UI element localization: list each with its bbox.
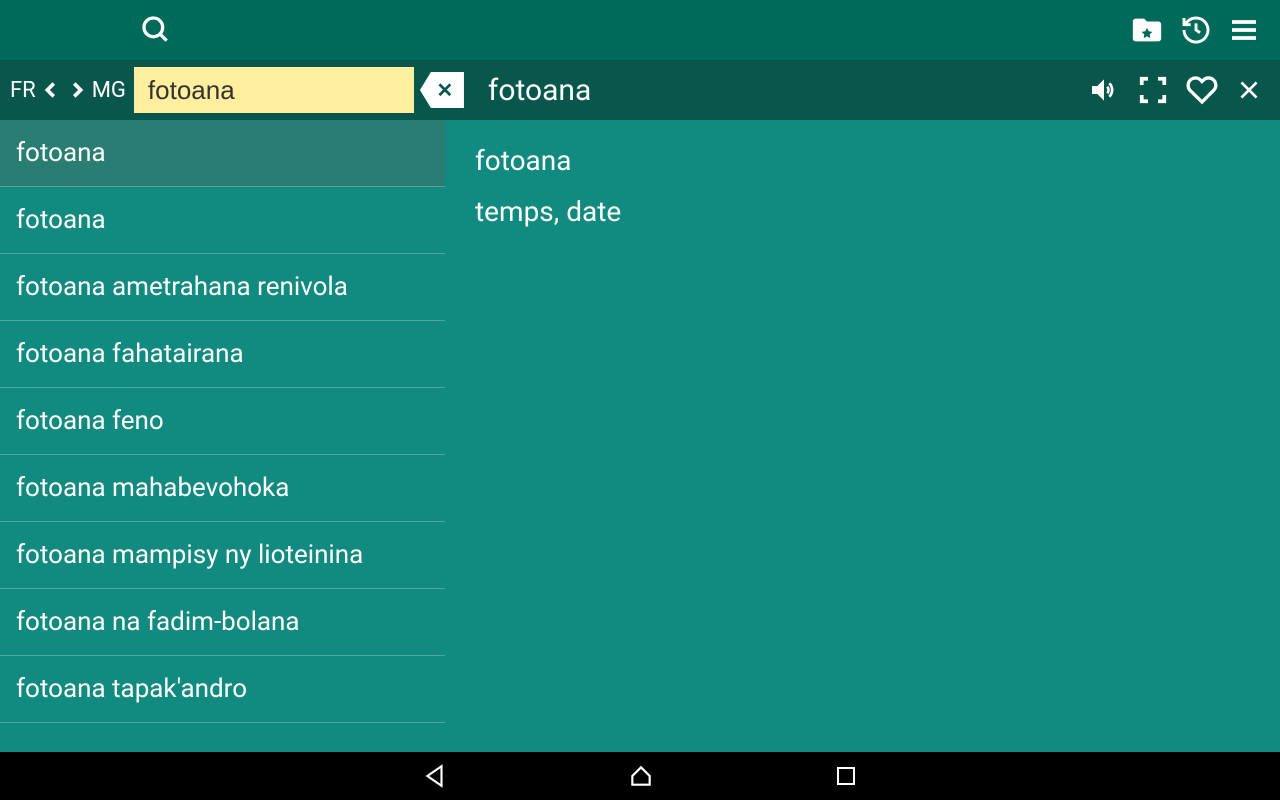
detail-actions (1088, 74, 1272, 106)
list-item[interactable]: fotoana (0, 187, 445, 254)
android-navbar (0, 752, 1280, 800)
list-item[interactable]: fotoana (0, 120, 445, 187)
definition-panel: fotoana temps, date (445, 120, 1280, 752)
list-item[interactable]: fotoana na fadim-bolana (0, 589, 445, 656)
topbar (0, 0, 1280, 60)
search-input[interactable] (134, 67, 414, 113)
list-item[interactable]: fotoana feno (0, 388, 445, 455)
favorites-folder-icon[interactable] (1130, 13, 1164, 47)
fullscreen-icon[interactable] (1138, 75, 1168, 105)
search-icon[interactable] (140, 14, 172, 46)
swap-left-icon[interactable] (38, 76, 64, 104)
speak-icon[interactable] (1088, 74, 1120, 106)
clear-search-button[interactable]: ✕ (420, 72, 464, 108)
home-nav-icon[interactable] (628, 763, 654, 789)
list-item[interactable]: fotoana ametrahana renivola (0, 254, 445, 321)
close-icon: ✕ (437, 78, 454, 102)
list-item[interactable]: fotoana mampisy ny lioteinina (0, 522, 445, 589)
lang-from-label[interactable]: FR (8, 78, 38, 103)
detail-header-title: fotoana (488, 73, 1088, 108)
back-nav-icon[interactable] (422, 763, 448, 789)
close-detail-icon[interactable] (1236, 77, 1262, 103)
swap-right-icon[interactable] (64, 76, 90, 104)
results-list[interactable]: fotoanafotoanafotoana ametrahana renivol… (0, 120, 445, 752)
recent-nav-icon[interactable] (834, 764, 858, 788)
list-item[interactable]: fotoana mahabevohoka (0, 455, 445, 522)
content-area: fotoanafotoanafotoana ametrahana renivol… (0, 120, 1280, 752)
list-item[interactable]: fotoana tapak'andro (0, 656, 445, 723)
history-icon[interactable] (1180, 14, 1212, 46)
definition-word: fotoana (475, 144, 1250, 177)
lang-to-label[interactable]: MG (90, 78, 128, 103)
dictionary-app: FR MG ✕ fotoana fotoanaf (0, 0, 1280, 752)
search-bar: FR MG ✕ fotoana (0, 60, 1280, 120)
menu-icon[interactable] (1228, 14, 1260, 46)
definition-meaning: temps, date (475, 195, 1250, 228)
heart-icon[interactable] (1186, 74, 1218, 106)
list-item[interactable]: fotoana fahatairana (0, 321, 445, 388)
